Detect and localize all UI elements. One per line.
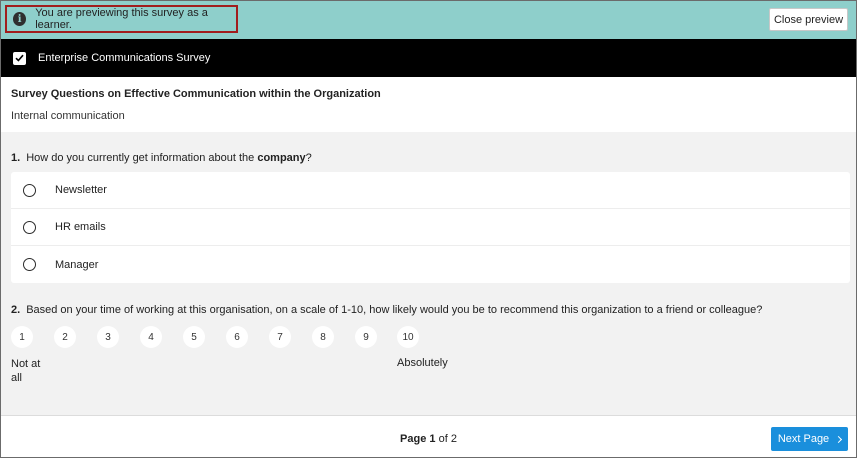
question-3-peek	[1, 403, 856, 415]
scale-option-10[interactable]: 10	[397, 326, 419, 348]
scale-high-label: Absolutely	[397, 357, 448, 369]
scale-option-8[interactable]: 8	[312, 326, 334, 348]
scale-option-1[interactable]: 1	[11, 326, 33, 348]
question-2-text-body: Based on your time of working at this or…	[26, 304, 763, 316]
radio-button[interactable]	[23, 220, 36, 234]
survey-header: Enterprise Communications Survey	[1, 39, 856, 77]
section-subtitle: Internal communication	[11, 110, 125, 122]
close-preview-button[interactable]: Close preview	[769, 8, 848, 31]
question-1-text-strong: company	[257, 152, 306, 164]
chevron-right-icon	[835, 435, 843, 443]
section-title: Survey Questions on Effective Communicat…	[11, 88, 381, 100]
radio-button[interactable]	[23, 183, 36, 197]
survey-title: Enterprise Communications Survey	[38, 52, 211, 64]
option-label: Newsletter	[55, 184, 107, 196]
scale-option-3[interactable]: 3	[97, 326, 119, 348]
of-word: of	[438, 433, 448, 445]
scale-option-6[interactable]: 6	[226, 326, 248, 348]
question-2: 2. Based on your time of working at this …	[1, 293, 856, 403]
survey-footer: Page 1 of 2 Next Page	[1, 415, 856, 457]
scale-option-9[interactable]: 9	[355, 326, 377, 348]
question-1-options: Newsletter HR emails Manager	[11, 172, 850, 283]
scale-option-2[interactable]: 2	[54, 326, 76, 348]
question-2-text: 2. Based on your time of working at this …	[11, 304, 762, 316]
question-1-number: 1.	[11, 152, 21, 164]
option-manager[interactable]: Manager	[11, 246, 850, 283]
option-label: Manager	[55, 258, 99, 271]
scale-option-5[interactable]: 5	[183, 326, 205, 348]
question-2-number: 2.	[11, 304, 21, 316]
preview-notice: i You are previewing this survey as a le…	[5, 5, 238, 33]
current-page: 1	[429, 433, 436, 445]
section-header: Survey Questions on Effective Communicat…	[1, 77, 856, 132]
scale-low-label: Not at all	[11, 358, 41, 384]
next-page-button[interactable]: Next Page	[771, 427, 848, 451]
page-indicator: Page 1 of 2	[1, 433, 856, 445]
question-1-text-after: ?	[305, 152, 312, 164]
option-hr-emails[interactable]: HR emails	[11, 209, 850, 246]
scale-option-4[interactable]: 4	[140, 326, 162, 348]
question-1-text-before: How do you currently get information abo…	[26, 152, 258, 164]
checkbox-icon	[13, 51, 26, 65]
total-pages: 2	[450, 433, 457, 445]
preview-notice-text: You are previewing this survey as a lear…	[35, 7, 208, 31]
question-1-text: 1. How do you currently get information a…	[11, 152, 312, 164]
radio-button[interactable]	[23, 258, 36, 271]
info-icon: i	[13, 12, 27, 26]
option-newsletter[interactable]: Newsletter	[11, 172, 850, 209]
page-word: Page	[400, 433, 427, 445]
survey-preview-window: i You are previewing this survey as a le…	[0, 0, 857, 458]
option-label: HR emails	[55, 221, 106, 233]
preview-banner: i You are previewing this survey as a le…	[1, 1, 856, 39]
question-1: 1. How do you currently get information a…	[1, 132, 856, 289]
scale-option-7[interactable]: 7	[269, 326, 291, 348]
next-page-label: Next Page	[777, 433, 830, 445]
